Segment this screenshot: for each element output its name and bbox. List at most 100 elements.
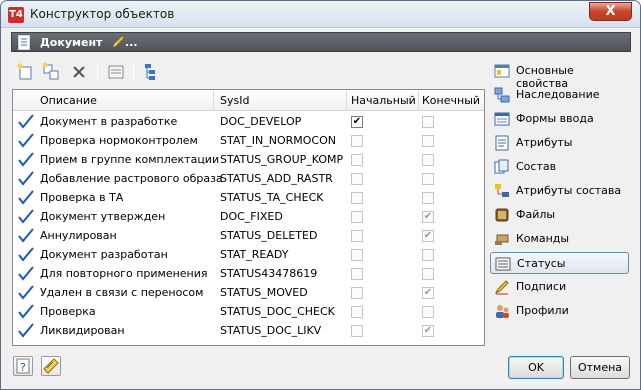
- end-checkbox[interactable]: ✔: [422, 211, 434, 223]
- cell-sysid: STAT_READY: [220, 248, 289, 261]
- start-checkbox[interactable]: [351, 249, 363, 261]
- cell-description: Аннулирован: [40, 229, 117, 242]
- table-row[interactable]: Аннулирован STATUS_DELETED ✔: [13, 226, 484, 245]
- table-row[interactable]: Документ разработан STAT_READY: [13, 245, 484, 264]
- start-checkbox[interactable]: [351, 306, 363, 318]
- end-checkbox[interactable]: [422, 192, 434, 204]
- end-checkbox[interactable]: [422, 135, 434, 147]
- document-ellipsis: ...: [125, 36, 138, 49]
- end-checkbox[interactable]: [422, 306, 434, 318]
- cell-sysid: DOC_FIXED: [220, 210, 283, 223]
- sidebar-item-input-forms[interactable]: Формы ввода: [490, 108, 629, 130]
- table-row[interactable]: Проверка STATUS_DOC_CHECK: [13, 302, 484, 321]
- cell-description: Проверка: [40, 305, 96, 318]
- start-checkbox[interactable]: [351, 268, 363, 280]
- start-checkbox[interactable]: [351, 230, 363, 242]
- sidebar-item-label: Наследование: [516, 88, 600, 101]
- new-icon[interactable]: [15, 61, 37, 83]
- cell-sysid: STATUS43478619: [220, 267, 318, 280]
- cell-description: Добавление растрового образа: [40, 172, 223, 185]
- attributes-icon: [494, 135, 510, 151]
- toolbar-separator: [97, 62, 98, 82]
- start-checkbox[interactable]: [351, 154, 363, 166]
- end-checkbox[interactable]: [422, 268, 434, 280]
- table-row[interactable]: Документ в разработке DOC_DEVELOP ✔: [13, 112, 484, 131]
- sidebar-item-commands[interactable]: Команды: [490, 228, 629, 250]
- help-icon[interactable]: ?: [13, 356, 33, 376]
- profiles-icon: [494, 303, 510, 319]
- end-checkbox[interactable]: [422, 116, 434, 128]
- end-checkbox[interactable]: ✔: [422, 325, 434, 337]
- start-checkbox[interactable]: [351, 173, 363, 185]
- cell-description: Для повторного применения: [40, 267, 208, 280]
- table-row[interactable]: Добавление растрового образа STATUS_ADD_…: [13, 169, 484, 188]
- properties-icon[interactable]: [105, 61, 127, 83]
- start-checkbox[interactable]: [351, 325, 363, 337]
- sidebar-item-label: Команды: [516, 232, 570, 245]
- cell-description: Проверка нормоконтролем: [40, 134, 198, 147]
- cell-sysid: DOC_DEVELOP: [220, 115, 302, 128]
- table-row[interactable]: Удален в связи с переносом STATUS_MOVED …: [13, 283, 484, 302]
- cell-sysid: STATUS_TA_CHECK: [220, 191, 324, 204]
- sidebar-item-signatures[interactable]: Подписи: [490, 276, 629, 298]
- new-child-icon[interactable]: [40, 61, 62, 83]
- sidebar-item-inheritance[interactable]: Наследование: [490, 84, 629, 106]
- start-checkbox[interactable]: [351, 287, 363, 299]
- sidebar-item-label: Профили: [516, 304, 569, 317]
- object-constructor-window: T4 Конструктор объектов X Документ ... О…: [0, 0, 641, 390]
- form-icon: [494, 111, 510, 127]
- sidebar-item-label: Состав: [516, 160, 557, 173]
- header-separator: [418, 90, 419, 111]
- sidebar-item-label: Атрибуты: [516, 136, 573, 149]
- document-title: Документ: [40, 36, 103, 49]
- header-sysid[interactable]: SysId: [220, 94, 249, 107]
- end-checkbox[interactable]: ✔: [422, 287, 434, 299]
- ok-button[interactable]: OK: [508, 356, 564, 379]
- table-row[interactable]: Для повторного применения STATUS43478619: [13, 264, 484, 283]
- cell-sysid: STAT_IN_NORMOCON: [220, 134, 336, 147]
- start-checkbox[interactable]: [351, 211, 363, 223]
- table-row[interactable]: Документ утвержден DOC_FIXED ✔: [13, 207, 484, 226]
- status-check-icon: [18, 133, 34, 151]
- close-button[interactable]: X: [589, 2, 632, 21]
- header-description[interactable]: Описание: [40, 94, 97, 107]
- edit-pencil-icon[interactable]: [111, 34, 125, 52]
- cancel-button[interactable]: Отмена: [570, 356, 630, 379]
- delete-icon[interactable]: [68, 61, 90, 83]
- start-checkbox[interactable]: [351, 135, 363, 147]
- header-end[interactable]: Конечный: [422, 94, 480, 107]
- sidebar-item-files[interactable]: Файлы: [490, 204, 629, 226]
- start-checkbox[interactable]: ✔: [351, 116, 363, 128]
- table-row[interactable]: Ликвидирован STATUS_DOC_LIKV ✔: [13, 321, 484, 340]
- sidebar-item-attributes[interactable]: Атрибуты: [490, 132, 629, 154]
- end-checkbox[interactable]: [422, 154, 434, 166]
- properties-icon: [494, 63, 510, 79]
- sidebar-item-composition-attributes[interactable]: Атрибуты состава: [490, 180, 629, 202]
- cell-sysid: STATUS_GROUP_KOMP: [220, 153, 344, 166]
- status-check-icon: [18, 171, 34, 189]
- table-row[interactable]: Прием в группе комплектации STATUS_GROUP…: [13, 150, 484, 169]
- start-checkbox[interactable]: [351, 192, 363, 204]
- commands-icon: [494, 231, 510, 247]
- sidebar-item-statuses[interactable]: Статусы: [490, 252, 629, 274]
- document-icon: [17, 35, 31, 53]
- status-check-icon: [18, 323, 34, 341]
- tree-icon[interactable]: [140, 61, 162, 83]
- sidebar-item-label: Подписи: [516, 280, 567, 293]
- sidebar-item-label: Файлы: [516, 208, 556, 221]
- title-bar[interactable]: T4 Конструктор объектов X: [1, 1, 640, 28]
- sidebar-item-composition[interactable]: Состав: [490, 156, 629, 178]
- inheritance-icon: [494, 87, 510, 103]
- sidebar-item-label: Статусы: [517, 257, 566, 270]
- status-check-icon: [18, 228, 34, 246]
- end-checkbox[interactable]: ✔: [422, 230, 434, 242]
- sidebar-item-profiles[interactable]: Профили: [490, 300, 629, 322]
- header-start[interactable]: Начальный: [351, 94, 416, 107]
- notes-icon[interactable]: [41, 356, 61, 376]
- app-icon: T4: [8, 7, 24, 23]
- table-row[interactable]: Проверка в ТА STATUS_TA_CHECK: [13, 188, 484, 207]
- table-row[interactable]: Проверка нормоконтролем STAT_IN_NORMOCON: [13, 131, 484, 150]
- end-checkbox[interactable]: [422, 249, 434, 261]
- sidebar-item-main-properties[interactable]: Основные свойства: [490, 60, 629, 90]
- end-checkbox[interactable]: [422, 173, 434, 185]
